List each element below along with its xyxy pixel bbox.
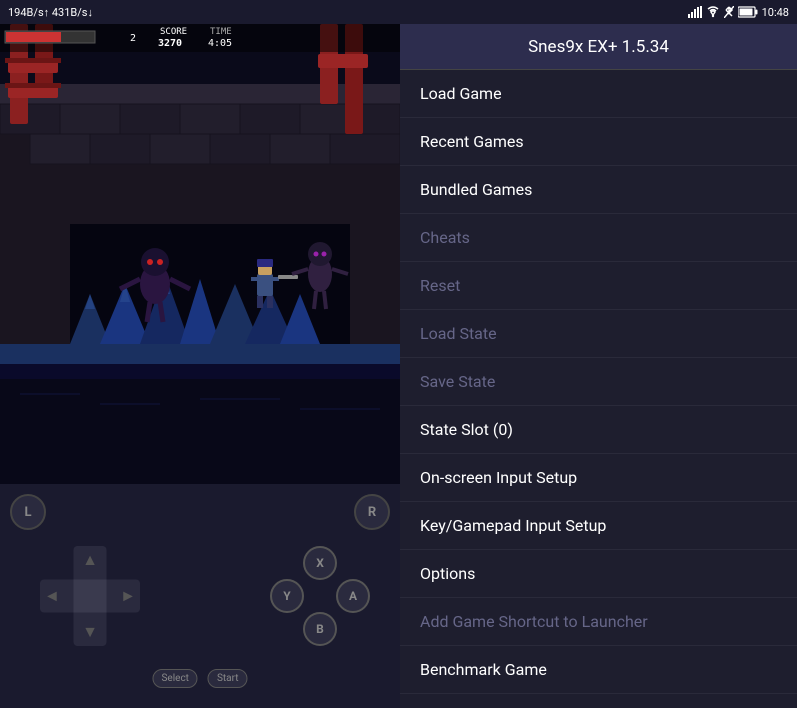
dpad-left: ◄ (44, 586, 60, 606)
svg-text:SCORE: SCORE (160, 27, 187, 37)
signal-icon (688, 6, 702, 18)
menu-item-label: Save State (420, 372, 495, 391)
menu-buttons: Select Start (152, 669, 247, 688)
start-button[interactable]: Start (208, 669, 248, 688)
svg-text:2: 2 (130, 33, 136, 44)
game-area: SCORE 3270 TIME 4:05 2 L R ▲ (0, 24, 400, 708)
menu-item-label: Benchmark Game (420, 660, 547, 679)
dpad-up: ▲ (82, 550, 98, 570)
main-content: SCORE 3270 TIME 4:05 2 L R ▲ (0, 0, 797, 708)
bluetooth-icon (724, 6, 734, 18)
svg-text:TIME: TIME (210, 27, 232, 37)
menu-item-onscreen-input[interactable]: On-screen Input Setup (400, 454, 797, 502)
dpad-center (74, 580, 107, 613)
svg-text:3270: 3270 (158, 38, 182, 49)
dpad-down: ▼ (82, 622, 98, 642)
status-network: 194B/s↑ 431B/s↓ (8, 6, 93, 19)
game-scene: SCORE 3270 TIME 4:05 2 (0, 24, 400, 484)
battery-icon (738, 6, 758, 18)
menu-list: Load Game Recent Games Bundled Games Cheats… (400, 70, 797, 708)
menu-item-label: Reset (420, 276, 460, 295)
dpad[interactable]: ▲ ▼ ◄ ► (40, 546, 140, 646)
menu-item-label: Options (420, 564, 475, 583)
menu-item-label: Load State (420, 324, 497, 343)
menu-item-label: Key/Gamepad Input Setup (420, 516, 606, 535)
menu-item-key-gamepad[interactable]: Key/Gamepad Input Setup (400, 502, 797, 550)
menu-item-cheats: Cheats (400, 214, 797, 262)
menu-header: Snes9x EX+ 1.5.34 (400, 24, 797, 70)
clock: 10:48 (762, 6, 789, 19)
left-shoulder-button[interactable]: L (10, 494, 46, 530)
action-buttons: X Y A B (270, 546, 370, 646)
menu-item-state-slot[interactable]: State Slot (0) (400, 406, 797, 454)
game-screen: SCORE 3270 TIME 4:05 2 (0, 24, 400, 484)
menu-item-options[interactable]: Options (400, 550, 797, 598)
status-right: 10:48 (688, 6, 789, 19)
svg-text:4:05: 4:05 (208, 38, 232, 49)
menu-item-label: On-screen Input Setup (420, 468, 577, 487)
menu-title: Snes9x EX+ 1.5.34 (528, 37, 669, 57)
menu-item-bundled-games[interactable]: Bundled Games (400, 166, 797, 214)
menu-item-label: Load Game (420, 84, 502, 103)
menu-item-label: Bundled Games (420, 180, 532, 199)
menu-item-add-shortcut: Add Game Shortcut to Launcher (400, 598, 797, 646)
menu-item-label: Recent Games (420, 132, 524, 151)
menu-item-label: Add Game Shortcut to Launcher (420, 612, 648, 631)
menu-item-reset: Reset (400, 262, 797, 310)
right-shoulder-button[interactable]: R (354, 494, 390, 530)
menu-panel: Snes9x EX+ 1.5.34 Load Game Recent Games B… (400, 24, 797, 708)
network-speed: 194B/s↑ 431B/s↓ (8, 6, 93, 19)
wifi-icon (706, 6, 720, 18)
button-b[interactable]: B (303, 612, 337, 646)
controller-area: L R ▲ ▼ ◄ ► Select S (0, 484, 400, 708)
menu-item-label: Cheats (420, 228, 470, 247)
menu-item-load-game[interactable]: Load Game (400, 70, 797, 118)
menu-item-save-state: Save State (400, 358, 797, 406)
menu-item-recent-games[interactable]: Recent Games (400, 118, 797, 166)
status-bar: 194B/s↑ 431B/s↓ 10:48 (0, 0, 797, 24)
menu-item-label: State Slot (0) (420, 420, 513, 439)
menu-item-load-state: Load State (400, 310, 797, 358)
button-a[interactable]: A (336, 579, 370, 613)
menu-item-game-screenshot: Game Screenshot (400, 694, 797, 708)
button-x[interactable]: X (303, 546, 337, 580)
dpad-right: ► (120, 586, 136, 606)
menu-item-benchmark[interactable]: Benchmark Game (400, 646, 797, 694)
select-button[interactable]: Select (152, 669, 197, 688)
button-y[interactable]: Y (270, 579, 304, 613)
